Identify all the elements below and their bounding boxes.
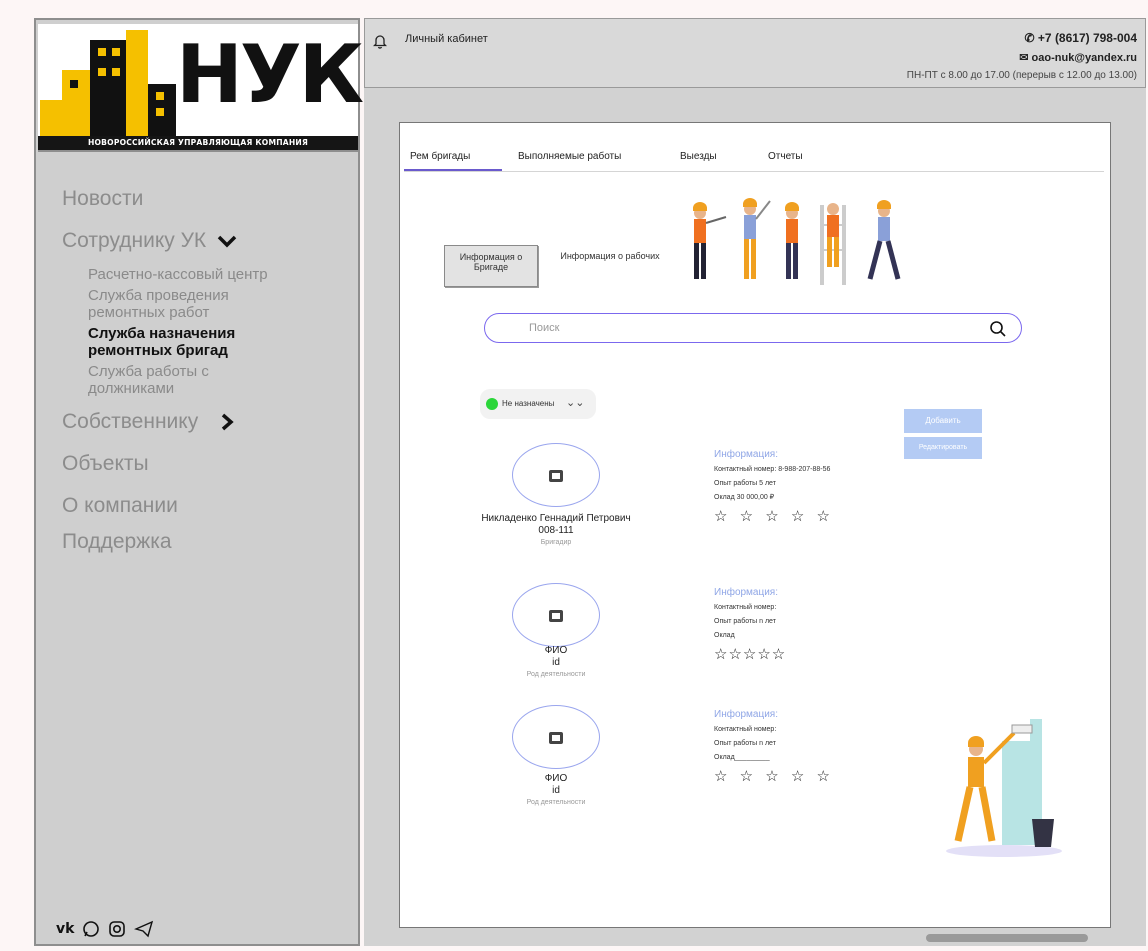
sidebar-item-news[interactable]: Новости xyxy=(62,178,352,220)
logo-brand-text: НУК xyxy=(176,28,364,121)
search-input[interactable]: Поиск xyxy=(529,322,559,334)
sidebar-item-label: Поддержка xyxy=(62,530,172,553)
info-experience: Опыт работы n лет xyxy=(714,740,776,747)
edit-button[interactable]: Редактировать xyxy=(904,437,982,459)
info-contact: Контактный номер: xyxy=(714,604,777,611)
info-salary: Оклад 30 000,00 ₽ xyxy=(714,494,775,501)
person-name: ФИО xyxy=(544,645,568,656)
person-id: id xyxy=(552,657,560,668)
phone-text: +7 (8617) 798-004 xyxy=(1037,31,1137,45)
tab-visits[interactable]: Выезды xyxy=(680,151,717,162)
contacts-block: ✆ +7 (8617) 798-004 ✉ oao-nuk@yandex.ru … xyxy=(907,31,1137,81)
mail-icon: ✉ xyxy=(1019,52,1032,64)
workers-illustration xyxy=(693,198,901,285)
brigade-info-button[interactable]: Информация о Бригаде xyxy=(444,245,538,287)
instagram-icon[interactable] xyxy=(108,920,126,938)
tab-repair-brigades[interactable]: Рем бригады xyxy=(410,151,470,162)
person-id: id xyxy=(552,785,560,796)
sidebar: НУК НОВОРОССИЙСКАЯ УПРАВЛЯЮЩАЯ КОМПАНИЯ … xyxy=(34,18,364,946)
person-avatar[interactable] xyxy=(512,583,600,647)
sidebar-item-label: Объекты xyxy=(62,452,149,475)
person-avatar[interactable] xyxy=(512,705,600,769)
sidebar-item-label: Новости xyxy=(62,187,144,210)
add-button[interactable]: Добавить xyxy=(904,409,982,433)
chevron-right-icon xyxy=(220,412,234,432)
rating-stars[interactable]: ☆ ☆ ☆ ☆ ☆ xyxy=(714,767,914,785)
painter-illustration xyxy=(946,719,1062,857)
buildings-logo-icon xyxy=(40,30,176,136)
phone-contact[interactable]: ✆ +7 (8617) 798-004 xyxy=(907,31,1137,45)
horizontal-scrollbar[interactable] xyxy=(926,934,1088,942)
image-placeholder-icon xyxy=(549,470,563,482)
sidebar-item-objects[interactable]: Объекты xyxy=(62,443,352,485)
status-dot-icon xyxy=(486,398,498,410)
status-filter-label: Не назначены xyxy=(502,399,555,408)
email-text: oao-nuk@yandex.ru xyxy=(1031,52,1137,64)
person-role: Род деятельности xyxy=(526,671,586,678)
sidebar-nav: Новости Сотруднику УК Расчетно-кассовый … xyxy=(62,178,352,563)
personal-account-link[interactable]: Личный кабинет xyxy=(405,33,488,45)
whatsapp-icon[interactable] xyxy=(82,920,100,938)
sidebar-item-label: Сотруднику УК xyxy=(62,229,207,252)
sidebar-subitem-repair-service[interactable]: Служба проведения ремонтных работ xyxy=(62,287,298,321)
person-name: Никладенко Геннадий Петрович xyxy=(481,513,631,524)
logo-tagline: НОВОРОССИЙСКАЯ УПРАВЛЯЮЩАЯ КОМПАНИЯ xyxy=(38,136,358,150)
sidebar-subitem-cash-center[interactable]: Расчетно-кассовый центр xyxy=(62,266,298,283)
info-title: Информация: xyxy=(714,587,779,598)
info-salary: Оклад_________ xyxy=(714,754,770,761)
search-field[interactable]: Поиск xyxy=(484,313,1022,343)
company-logo[interactable]: НУК НОВОРОССИЙСКАЯ УПРАВЛЯЮЩАЯ КОМПАНИЯ xyxy=(38,24,364,152)
person-card-caption: Никладенко Геннадий Петрович 008-111 Бри… xyxy=(440,513,672,548)
person-info: Информация: Контактный номер: Опыт работ… xyxy=(714,709,914,785)
active-tab-indicator xyxy=(404,169,502,171)
info-title: Информация: xyxy=(714,709,779,720)
image-placeholder-icon xyxy=(549,732,563,744)
search-icon[interactable] xyxy=(989,320,1007,338)
social-links: vk xyxy=(56,920,154,938)
image-placeholder-icon xyxy=(549,610,563,622)
working-hours: ПН-ПТ с 8.00 до 17.00 (перерыв с 12.00 д… xyxy=(906,70,1137,81)
person-role: Род деятельности xyxy=(526,799,586,806)
info-title: Информация: xyxy=(714,449,779,460)
person-avatar[interactable] xyxy=(512,443,600,507)
sidebar-item-employee[interactable]: Сотруднику УК xyxy=(62,220,352,262)
double-chevron-down-icon: ⌄⌄ xyxy=(566,396,585,409)
email-contact[interactable]: ✉ oao-nuk@yandex.ru xyxy=(907,51,1137,64)
info-experience: Опыт работы 5 лет xyxy=(714,480,776,487)
sidebar-subitem-debtors-service[interactable]: Служба работы с должниками xyxy=(62,363,298,397)
sidebar-subitem-brigade-service[interactable]: Служба назначения ремонтных бригад xyxy=(62,325,298,359)
person-info: Информация: Контактный номер: 8-988-207-… xyxy=(714,449,914,525)
status-filter[interactable]: Не назначены ⌄⌄ xyxy=(480,389,596,419)
person-id: 008-111 xyxy=(538,525,574,536)
phone-icon: ✆ xyxy=(1024,31,1038,45)
info-salary: Оклад xyxy=(714,632,735,639)
rating-stars[interactable]: ☆ ☆ ☆ ☆ ☆ xyxy=(714,507,914,525)
person-card-caption: ФИО id Род деятельности xyxy=(486,773,626,808)
sidebar-item-support[interactable]: Поддержка xyxy=(62,521,352,563)
sidebar-item-owner[interactable]: Собственнику xyxy=(62,401,352,443)
bell-icon[interactable] xyxy=(373,33,387,49)
rating-stars[interactable]: ☆☆☆☆☆ xyxy=(714,645,914,663)
person-name: ФИО xyxy=(544,773,568,784)
tab-bar: Рем бригады Выполняемые работы Выезды От… xyxy=(404,151,1104,172)
chevron-down-icon xyxy=(216,234,238,248)
vk-icon[interactable]: vk xyxy=(56,921,74,937)
person-info: Информация: Контактный номер: Опыт работ… xyxy=(714,587,914,663)
tab-performed-works[interactable]: Выполняемые работы xyxy=(518,151,621,162)
info-contact: Контактный номер: 8-988-207-88-56 xyxy=(714,466,831,473)
sidebar-item-label: Собственнику xyxy=(62,410,199,433)
info-contact: Контактный номер: xyxy=(714,726,777,733)
telegram-icon[interactable] xyxy=(134,920,154,938)
person-card-caption: ФИО id Род деятельности xyxy=(486,645,626,680)
person-role: Бригадир xyxy=(540,539,572,546)
workers-info-button[interactable]: Информация о рабочих xyxy=(560,251,660,281)
tab-reports[interactable]: Отчеты xyxy=(768,151,803,162)
content-panel: Рем бригады Выполняемые работы Выезды От… xyxy=(399,122,1111,928)
top-header: Личный кабинет ✆ +7 (8617) 798-004 ✉ oao… xyxy=(364,18,1146,88)
info-experience: Опыт работы n лет xyxy=(714,618,776,625)
